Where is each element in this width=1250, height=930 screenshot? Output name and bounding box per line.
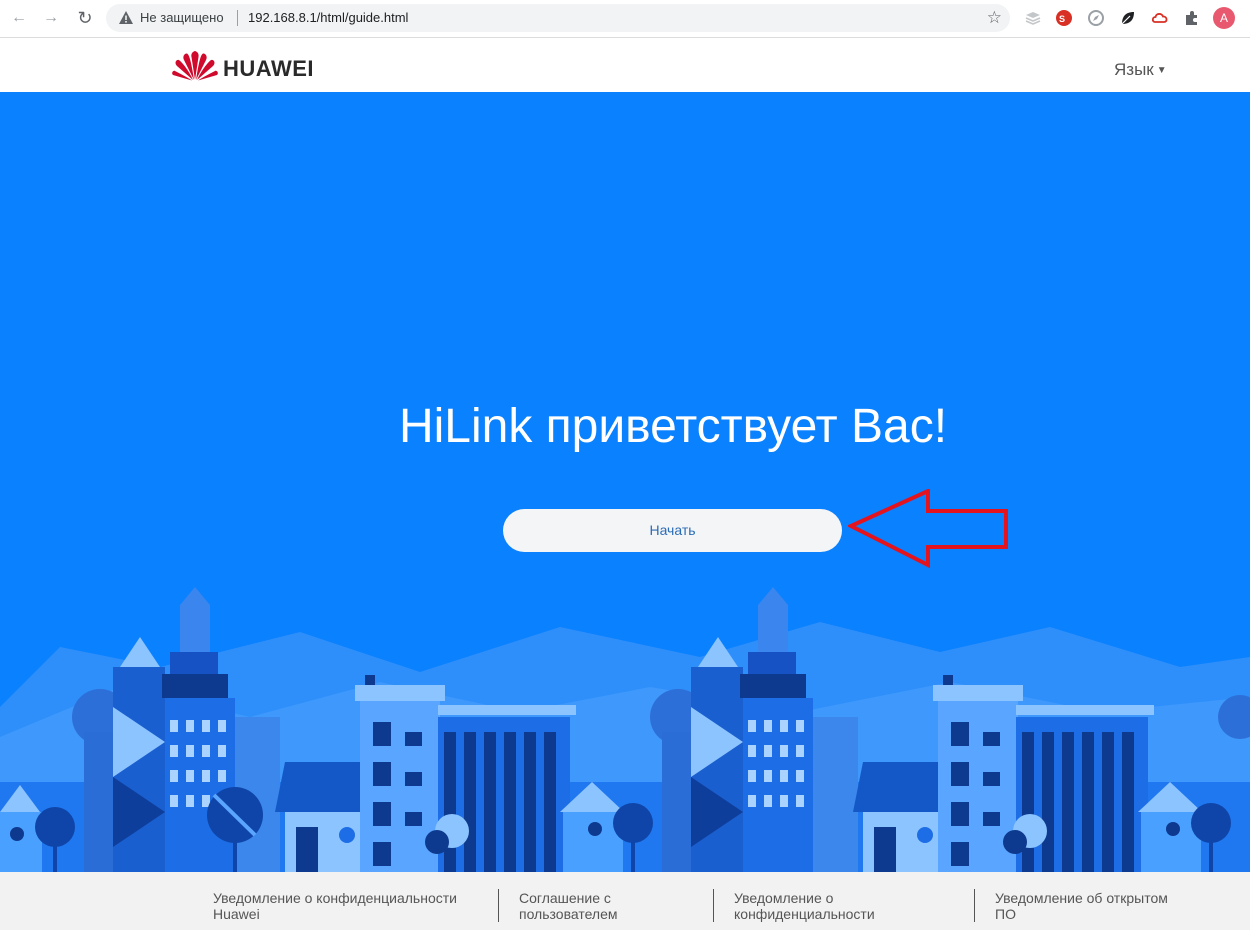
footer-link-huawei-privacy[interactable]: Уведомление о конфиденциальности Huawei [213,890,457,922]
footer-link-line: конфиденциальности [734,906,875,922]
footer-link-line: ПО [995,906,1016,922]
security-status[interactable]: Не защищено [140,10,224,25]
hero-title: HiLink приветствует Вас! [398,400,948,453]
profile-avatar[interactable]: A [1213,7,1235,29]
footer-divider [498,889,499,922]
svg-text:S: S [1059,14,1065,24]
layers-extension-icon[interactable] [1024,9,1042,27]
footer: Уведомление о конфиденциальности Huawei … [0,872,1250,930]
brand-name: HUAWEI [223,56,314,81]
footer-link-line: Huawei [213,906,260,922]
site-header: HUAWEI Язык ▼ [0,38,1250,92]
seo-extension-icon[interactable]: S [1055,9,1073,27]
bookmark-star-icon[interactable]: ☆ [987,8,1002,28]
hero-section: HiLink приветствует Вас! Начать [0,92,1250,872]
cloud-extension-icon[interactable] [1151,9,1169,27]
footer-divider [713,889,714,922]
extensions-puzzle-icon[interactable] [1183,9,1201,27]
footer-link-line: Уведомление о [734,890,834,906]
leaf-extension-icon[interactable] [1119,9,1137,27]
arrow-annotation [848,489,1008,569]
huawei-logo [172,51,218,81]
address-bar[interactable]: Не защищено 192.168.8.1/html/guide.html … [106,4,1010,32]
footer-link-open-source[interactable]: Уведомление об открытом ПО [995,890,1168,922]
footer-link-line: Уведомление об открытом [995,890,1168,906]
city-illustration [0,587,1250,872]
compass-extension-icon[interactable] [1087,9,1105,27]
footer-link-line: Соглашение с [519,890,611,906]
footer-link-line: Уведомление о конфиденциальности [213,890,457,906]
browser-toolbar: ← → ↻ Не защищено 192.168.8.1/html/guide… [0,0,1250,38]
reload-icon[interactable]: ↻ [75,8,95,28]
footer-link-user-agreement[interactable]: Соглашение с пользователем [519,890,618,922]
caret-down-icon: ▼ [1156,65,1167,76]
language-dropdown[interactable]: Язык ▼ [1114,60,1167,80]
url-text[interactable]: 192.168.8.1/html/guide.html [248,10,408,25]
start-button[interactable]: Начать [503,509,842,552]
footer-link-line: пользователем [519,906,618,922]
language-label: Язык [1114,60,1154,79]
footer-link-privacy[interactable]: Уведомление о конфиденциальности [734,890,875,922]
footer-divider [974,889,975,922]
warning-icon [119,11,133,24]
back-icon[interactable]: ← [9,8,29,28]
forward-icon[interactable]: → [41,8,61,28]
separator [237,10,238,26]
